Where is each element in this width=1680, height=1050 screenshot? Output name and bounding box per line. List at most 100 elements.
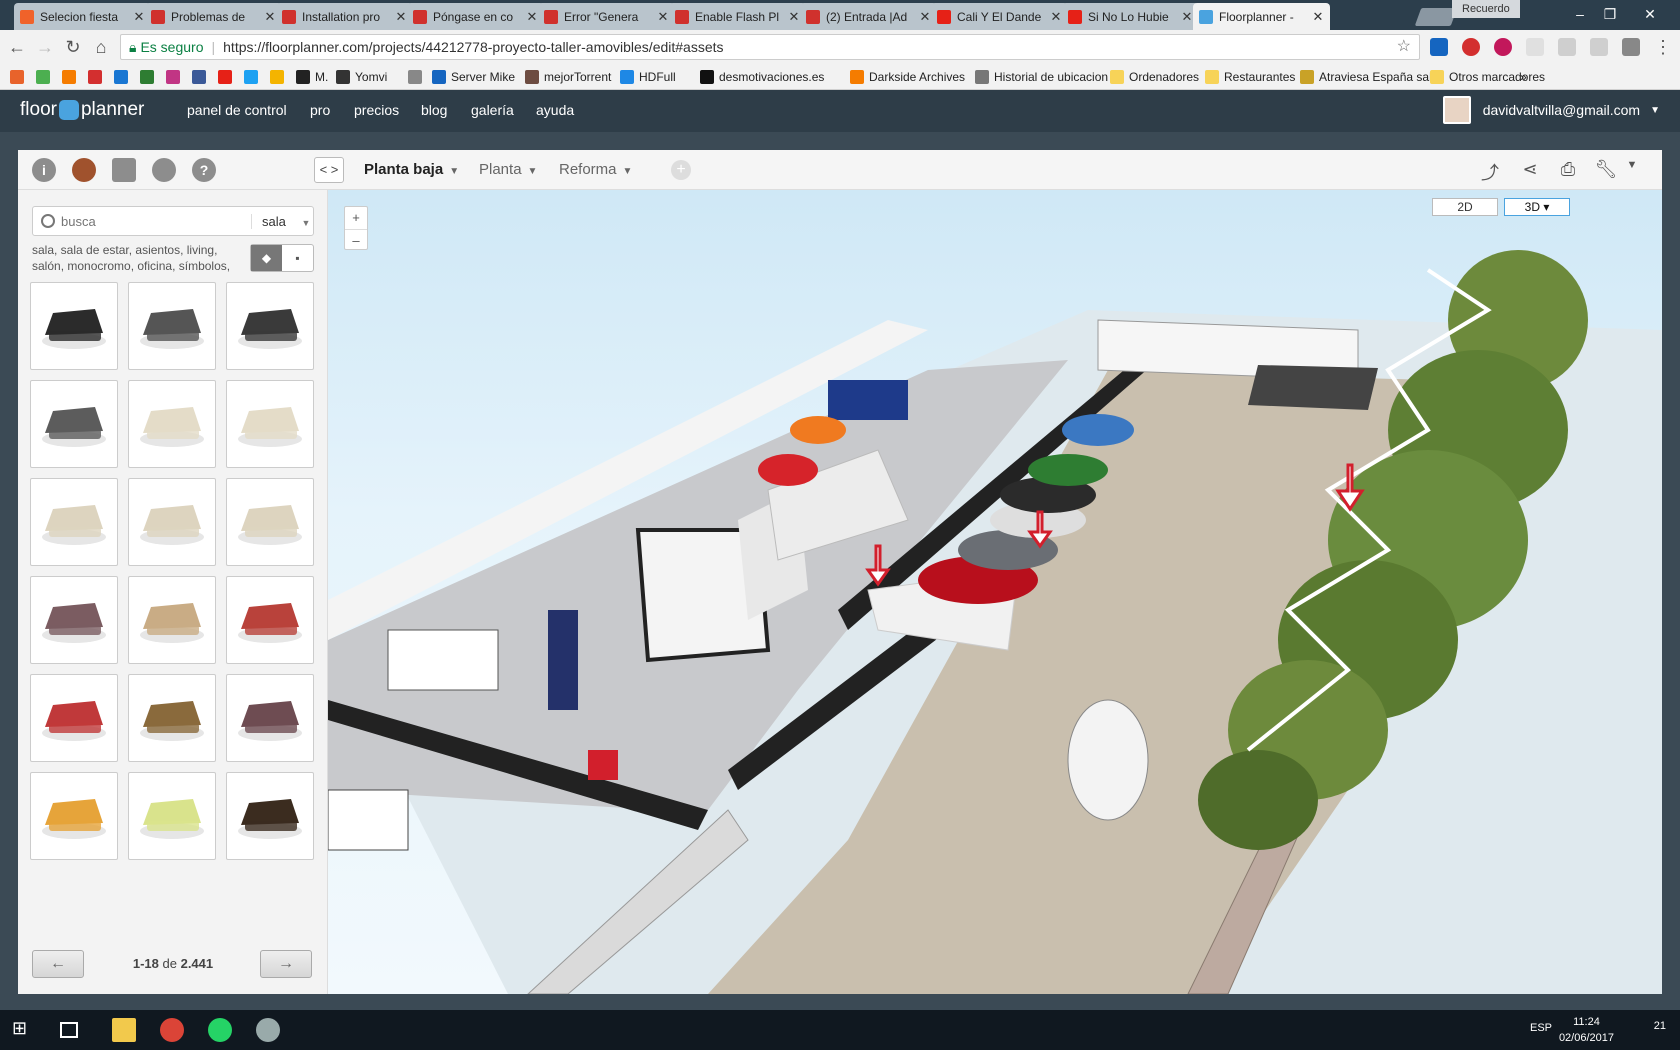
wrench-icon[interactable]: 🔧︎ [1594, 159, 1618, 181]
bookmark-item[interactable]: Ordenadores [1110, 68, 1199, 86]
furniture-item-red-chesterfield[interactable] [226, 576, 314, 664]
browser-tab[interactable]: Floorplanner - ✕ [1193, 3, 1330, 30]
power-extension-icon[interactable] [1494, 38, 1512, 56]
zoom-out-button[interactable]: – [345, 229, 367, 251]
nav-blog[interactable]: blog [421, 102, 447, 118]
bookmark-item[interactable] [10, 68, 29, 86]
browser-tab[interactable]: Error "Genera ✕ [538, 3, 675, 30]
close-window-button[interactable]: ✕ [1640, 6, 1660, 22]
tab-renovation[interactable]: Reforma ▼ [559, 161, 632, 178]
furniture-item-tan-chaise[interactable] [128, 576, 216, 664]
windows-start-icon[interactable]: ⊞ [12, 1018, 36, 1042]
bookmark-item[interactable] [244, 68, 263, 86]
browser-tab[interactable]: Selecion fiesta ✕ [14, 3, 151, 30]
bookmark-item[interactable] [270, 68, 289, 86]
bookmark-item[interactable] [62, 68, 81, 86]
bookmark-item[interactable]: Darkside Archives [850, 68, 965, 86]
2d-view-icon[interactable]: ▪ [282, 245, 313, 271]
view-2d-button[interactable]: 2D [1432, 198, 1498, 216]
print-icon[interactable]: ⎙ [1556, 159, 1580, 181]
nav-pro[interactable]: pro [310, 102, 330, 118]
extension-icon[interactable] [1558, 38, 1576, 56]
furniture-item-cream-l-sofa[interactable] [226, 478, 314, 566]
nav-gallery[interactable]: galería [471, 102, 514, 118]
bookmark-item[interactable]: mejorTorrent [525, 68, 611, 86]
furniture-item-lime-chaise[interactable] [128, 772, 216, 860]
browser-tab[interactable]: Si No Lo Hubie ✕ [1062, 3, 1199, 30]
browser-tab[interactable]: Póngase en co ✕ [407, 3, 544, 30]
furniture-icon[interactable] [72, 158, 96, 182]
chrome-icon[interactable] [160, 1018, 184, 1042]
category-select[interactable]: sala ▼ [251, 213, 313, 229]
bookmark-item[interactable] [218, 68, 237, 86]
more-bookmarks-icon[interactable]: » [1520, 68, 1527, 86]
minimize-button[interactable]: – [1570, 6, 1590, 22]
furniture-item-mauve-armchair[interactable] [226, 674, 314, 762]
bookmark-item[interactable]: Yomvi [336, 68, 387, 86]
bookmark-item[interactable] [88, 68, 107, 86]
browser-tab[interactable]: Enable Flash Pl ✕ [669, 3, 806, 30]
shield-extension-icon[interactable] [1622, 38, 1640, 56]
furniture-item-mauve-sofa[interactable] [30, 576, 118, 664]
maximize-button[interactable]: ❐ [1600, 6, 1620, 22]
nav-dashboard[interactable]: panel de control [187, 102, 287, 118]
furniture-item-black-chaise[interactable] [226, 282, 314, 370]
search-input[interactable] [61, 213, 251, 229]
3d-canvas[interactable]: + – 2D 3D ▾ [328, 190, 1662, 994]
adblock-icon[interactable] [1462, 38, 1480, 56]
forward-button[interactable]: → [34, 37, 56, 57]
tab-floor[interactable]: Planta ▼ [479, 161, 537, 178]
bookmark-item[interactable]: Otros marcadores [1430, 68, 1545, 86]
bookmark-item[interactable]: Server Mike [432, 68, 515, 86]
help-icon[interactable]: ? [192, 158, 216, 182]
export-icon[interactable]: ⤴ [1478, 159, 1502, 183]
furniture-item-cream-armchair[interactable] [128, 380, 216, 468]
bookmark-item[interactable] [408, 68, 427, 86]
furniture-item-cream-loveseat[interactable] [226, 380, 314, 468]
url-input[interactable]: 🔒︎ Es seguro | https://floorplanner.com/… [120, 34, 1420, 60]
info-icon[interactable]: i [32, 158, 56, 182]
new-tab-button[interactable] [1414, 8, 1458, 26]
back-button[interactable]: ← [6, 37, 28, 57]
close-tab-icon[interactable]: ✕ [919, 9, 931, 25]
task-view-icon[interactable] [60, 1022, 78, 1038]
bookmark-item[interactable]: desmotivaciones.es [700, 68, 824, 86]
furniture-item-cream-sofa[interactable] [30, 478, 118, 566]
3d-view-icon[interactable]: ◆ [251, 245, 282, 271]
extension-icon[interactable] [1430, 38, 1448, 56]
reload-button[interactable]: ↻ [62, 37, 84, 57]
nav-help[interactable]: ayuda [536, 102, 574, 118]
close-tab-icon[interactable]: ✕ [133, 9, 145, 25]
bookmark-item[interactable]: HDFull [620, 68, 676, 86]
view-3d-button[interactable]: 3D ▾ [1504, 198, 1570, 216]
close-tab-icon[interactable]: ✕ [1050, 9, 1062, 25]
toggle-panel-button[interactable]: < > [314, 157, 344, 183]
furniture-item-red-sofa[interactable] [30, 674, 118, 762]
browser-tab[interactable]: Cali Y El Dande ✕ [931, 3, 1068, 30]
bookmark-item[interactable] [192, 68, 211, 86]
close-tab-icon[interactable]: ✕ [788, 9, 800, 25]
clock[interactable]: 11:24 02/06/2017 [1559, 1014, 1614, 1046]
close-tab-icon[interactable]: ✕ [526, 9, 538, 25]
close-tab-icon[interactable]: ✕ [264, 9, 276, 25]
bookmark-star-icon[interactable]: ☆ [1397, 35, 1411, 59]
furniture-item-brown-rocker[interactable] [226, 772, 314, 860]
view-toggle[interactable]: ◆ ▪ [250, 244, 314, 272]
chevron-down-icon[interactable]: ▼ [1620, 159, 1644, 181]
extension-icon[interactable] [1590, 38, 1608, 56]
bookmark-item[interactable] [114, 68, 133, 86]
photos-icon[interactable] [112, 158, 136, 182]
bookmark-item[interactable] [36, 68, 55, 86]
furniture-item-cream-corner-sofa[interactable] [128, 478, 216, 566]
bookmark-item[interactable]: Historial de ubicacion [975, 68, 1108, 86]
language-indicator[interactable]: ESP [1530, 1022, 1552, 1034]
extension-icon[interactable] [1526, 38, 1544, 56]
nav-prices[interactable]: precios [354, 102, 399, 118]
user-menu[interactable]: davidvaltvilla@gmail.com ▼ [1442, 96, 1660, 124]
browser-tab[interactable]: Problemas de ✕ [145, 3, 282, 30]
paint-icon[interactable] [256, 1018, 280, 1042]
close-tab-icon[interactable]: ✕ [1181, 9, 1193, 25]
close-tab-icon[interactable]: ✕ [395, 9, 407, 25]
close-tab-icon[interactable]: ✕ [657, 9, 669, 25]
furniture-item-eames-lounge-chair[interactable] [128, 282, 216, 370]
